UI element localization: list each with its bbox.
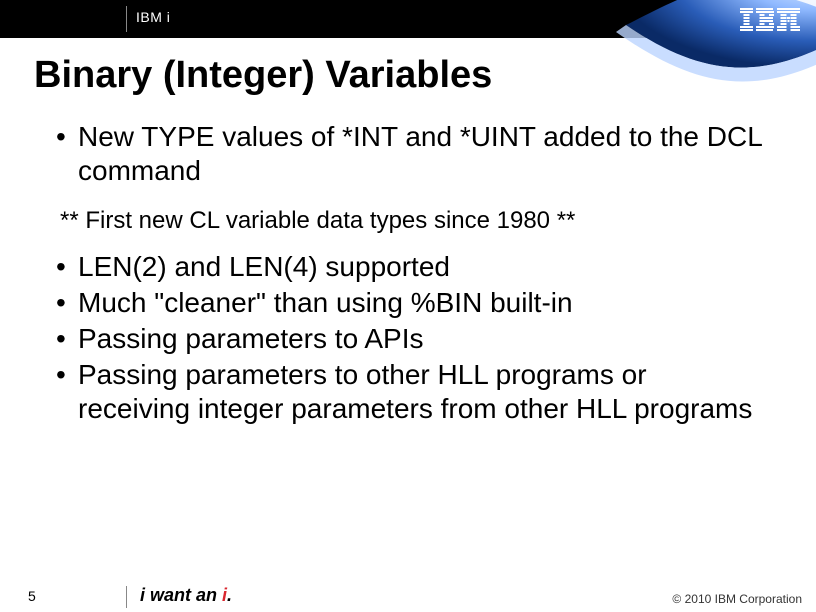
bullet-item: • Passing parameters to APIs (60, 322, 766, 356)
bullet-dot-icon: • (56, 358, 78, 426)
bullet-item: • New TYPE values of *INT and *UINT adde… (60, 120, 766, 188)
footer-divider (126, 586, 127, 608)
bullet-item: • Passing parameters to other HLL progra… (60, 358, 766, 426)
tagline-prefix: i want an (140, 585, 222, 605)
page-number: 5 (28, 588, 36, 604)
bullet-dot-icon: • (56, 286, 78, 320)
bullet-dot-icon: • (56, 250, 78, 284)
bullet-dot-icon: • (56, 322, 78, 356)
header-bar: IBM i (0, 0, 816, 38)
bullet-text: LEN(2) and LEN(4) supported (78, 250, 766, 284)
tagline-suffix: . (227, 585, 232, 605)
bullet-text: Passing parameters to APIs (78, 322, 766, 356)
tagline: i want an i. (140, 585, 232, 606)
slide-body: • New TYPE values of *INT and *UINT adde… (60, 120, 766, 428)
bullet-text: Passing parameters to other HLL programs… (78, 358, 766, 426)
bullet-dot-icon: • (56, 120, 78, 188)
header-divider (126, 6, 127, 32)
product-label: IBM i (136, 9, 170, 25)
bullet-item: • Much "cleaner" than using %BIN built-i… (60, 286, 766, 320)
slide: IBM i (0, 0, 816, 612)
footer: 5 i want an i. © 2010 IBM Corporation (0, 582, 816, 612)
bullet-text: Much "cleaner" than using %BIN built-in (78, 286, 766, 320)
bullet-text: New TYPE values of *INT and *UINT added … (78, 120, 766, 188)
copyright: © 2010 IBM Corporation (672, 592, 802, 606)
slide-title: Binary (Integer) Variables (34, 54, 492, 97)
ibm-logo-icon (740, 8, 800, 32)
note-text: ** First new CL variable data types sinc… (60, 206, 766, 235)
bullet-item: • LEN(2) and LEN(4) supported (60, 250, 766, 284)
